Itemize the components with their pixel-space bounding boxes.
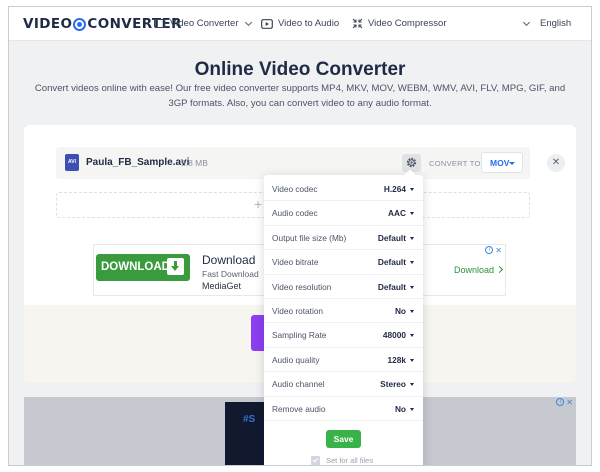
file-name: Paula_FB_Sample.avi (86, 157, 190, 168)
caret-down-icon (509, 162, 515, 165)
close-icon: ✕ (566, 398, 573, 407)
ad-link-label: Download (454, 265, 495, 275)
close-icon: ✕ (551, 157, 561, 168)
option-label: Sampling Rate (272, 330, 327, 341)
page-title: Online Video Converter (194, 59, 406, 80)
format-value: MOV (490, 158, 510, 168)
ad-download-link[interactable]: Download (454, 265, 504, 275)
play-icon (261, 18, 273, 29)
ad-brand: MediaGet (202, 281, 242, 291)
option-video-resolution[interactable]: Video resolution Default (264, 275, 423, 299)
option-value: Stereo (380, 379, 406, 390)
avi-file-icon: AVI (65, 154, 79, 171)
ad-close-button[interactable]: i ✕ (485, 246, 502, 255)
nav-video-converter[interactable]: Video Converter (154, 18, 253, 29)
site-header: VIDEO CONVERTER Video Converter Video to… (9, 7, 591, 41)
ad-info-icon: i (485, 246, 494, 254)
nav-label: Video Compressor (368, 18, 447, 29)
option-value: 128k (387, 354, 406, 365)
option-value: Default (377, 281, 406, 292)
chevron-down-icon (522, 18, 531, 26)
caret-down-icon (410, 310, 414, 313)
nav-video-compressor[interactable]: Video Compressor (352, 18, 447, 29)
option-label: Output file size (Mb) (272, 232, 347, 243)
save-button[interactable]: Save (326, 430, 361, 448)
option-value: H.264 (383, 184, 406, 194)
caret-down-icon (410, 188, 414, 191)
logo-mark-icon (73, 17, 87, 31)
ad-subtitle: Fast Download (202, 269, 259, 279)
option-output-file-size[interactable]: Output file size (Mb) Default (264, 226, 423, 251)
format-select[interactable]: MOV (481, 152, 523, 173)
video-camera-icon (154, 19, 165, 28)
convert-to-label: CONVERT TO (429, 159, 481, 168)
option-video-codec[interactable]: Video codec H.264 (264, 177, 423, 202)
ad-info-icon: i (556, 398, 565, 406)
set-for-all-files-checkbox[interactable]: Set for all files (311, 456, 373, 465)
settings-button[interactable] (402, 154, 421, 172)
nav-label: Video Converter (170, 18, 239, 29)
language-label: English (540, 18, 572, 29)
gear-icon (406, 157, 417, 168)
option-label: Video rotation (272, 306, 324, 316)
caret-down-icon (410, 285, 414, 289)
caret-down-icon (410, 407, 414, 411)
option-value: Default (377, 232, 406, 243)
page-subtitle: Convert videos online with ease! Our fre… (34, 83, 566, 109)
option-label: Audio codec (272, 208, 318, 219)
option-label: Video resolution (272, 281, 332, 292)
download-arrow-icon (167, 258, 184, 275)
nav-video-to-audio[interactable]: Video to Audio (261, 18, 339, 29)
caret-down-icon (410, 261, 414, 265)
option-label: Video codec (272, 184, 318, 194)
option-audio-channel[interactable]: Audio channel Stereo (264, 372, 423, 397)
caret-down-icon (410, 212, 414, 216)
option-audio-quality[interactable]: Audio quality 128k (264, 348, 423, 373)
chevron-right-icon (495, 265, 504, 274)
ad-title: Download (202, 253, 256, 267)
logo-text-left: VIDEO (23, 16, 73, 32)
caret-down-icon (410, 334, 414, 338)
option-value: No (394, 403, 406, 414)
language-selector[interactable]: English (521, 18, 571, 29)
browser-frame: VIDEO CONVERTER Video Converter Video to… (8, 6, 592, 466)
nav-label: Video to Audio (278, 18, 340, 29)
file-size: 5.8 MB (181, 158, 208, 168)
plus-icon: + (254, 196, 263, 212)
option-label: Video bitrate (272, 257, 319, 268)
caret-down-icon (410, 236, 414, 240)
option-video-rotation[interactable]: Video rotation No (264, 299, 423, 324)
set-for-all-files-label: Set for all files (326, 456, 374, 465)
option-label: Audio channel (272, 379, 325, 390)
option-label: Audio quality (272, 354, 320, 365)
option-video-bitrate[interactable]: Video bitrate Default (264, 250, 423, 275)
option-value: 48000 (382, 330, 406, 341)
option-remove-audio[interactable]: Remove audio No (264, 397, 423, 421)
checkbox-icon (311, 456, 320, 465)
option-value: No (394, 306, 406, 316)
chevron-down-icon (245, 18, 253, 26)
settings-popup: Video codec H.264 Audio codec AAC Output… (264, 175, 423, 465)
option-value: AAC (388, 208, 406, 219)
option-label: Remove audio (272, 403, 326, 414)
caret-down-icon (410, 383, 414, 387)
option-value: Default (377, 257, 406, 268)
option-sampling-rate[interactable]: Sampling Rate 48000 (264, 323, 423, 348)
caret-down-icon (410, 358, 414, 362)
ad-download-button-label: DOWNLOAD (101, 261, 170, 273)
option-audio-codec[interactable]: Audio codec AAC (264, 201, 423, 226)
close-icon: ✕ (495, 246, 502, 255)
bottom-ad-close-button[interactable]: i ✕ (556, 398, 573, 407)
remove-file-button[interactable]: ✕ (547, 154, 565, 172)
compress-icon (352, 18, 363, 29)
ad-download-button[interactable]: DOWNLOAD (96, 254, 190, 281)
